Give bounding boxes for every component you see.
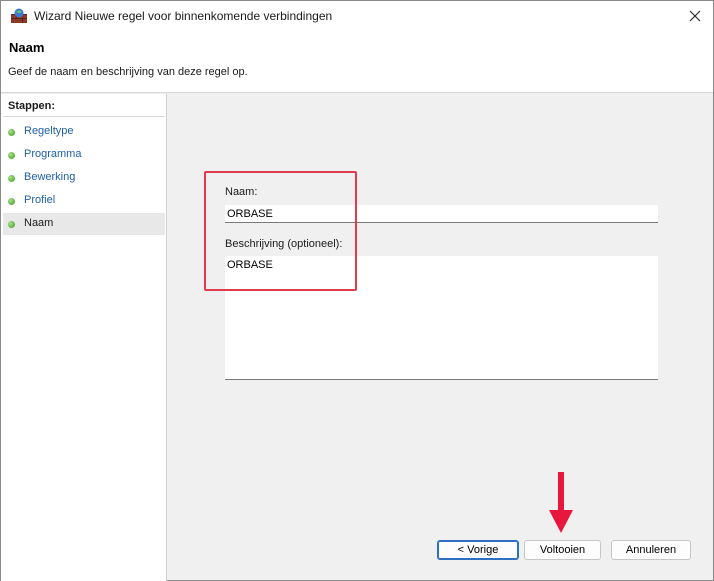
- name-input[interactable]: [225, 205, 658, 223]
- finish-button[interactable]: Voltooien: [524, 540, 601, 560]
- step-status-icon: [8, 221, 15, 228]
- step-programma[interactable]: Programma: [3, 144, 165, 166]
- page-title: Naam: [9, 40, 45, 55]
- step-label: Naam: [24, 217, 54, 229]
- close-button[interactable]: [683, 5, 707, 27]
- description-label: Beschrijving (optioneel):: [225, 238, 343, 250]
- back-button[interactable]: < Vorige: [437, 540, 519, 560]
- step-regeltype[interactable]: Regeltype: [3, 121, 165, 143]
- close-icon: [689, 10, 701, 22]
- step-status-icon: [8, 152, 15, 159]
- page-description: Geef de naam en beschrijving van deze re…: [8, 66, 248, 78]
- annotation-arrow-icon: [549, 472, 573, 533]
- firewall-icon: [10, 8, 28, 24]
- title-bar[interactable]: Wizard Nieuwe regel voor binnenkomende v…: [1, 1, 713, 31]
- name-label: Naam:: [225, 186, 258, 198]
- window-title: Wizard Nieuwe regel voor binnenkomende v…: [34, 9, 333, 23]
- steps-divider: [3, 116, 165, 117]
- step-label: Regeltype: [24, 125, 74, 137]
- step-label: Programma: [24, 148, 82, 160]
- step-status-icon: [8, 175, 15, 182]
- step-profiel[interactable]: Profiel: [3, 190, 165, 212]
- description-textarea[interactable]: ORBASE: [225, 256, 658, 380]
- page-header: Naam Geef de naam en beschrijving van de…: [1, 31, 713, 93]
- step-label: Profiel: [24, 194, 56, 206]
- cancel-button[interactable]: Annuleren: [611, 540, 691, 560]
- wizard-window: Wizard Nieuwe regel voor binnenkomende v…: [0, 0, 714, 581]
- step-status-icon: [8, 198, 15, 205]
- step-status-icon: [8, 129, 15, 136]
- step-bewerking[interactable]: Bewerking: [3, 167, 165, 189]
- steps-heading: Stappen:: [8, 100, 56, 112]
- step-naam[interactable]: Naam: [3, 213, 165, 235]
- steps-panel: Stappen: Regeltype Programma Bewerking P…: [1, 94, 167, 581]
- step-label: Bewerking: [24, 171, 76, 183]
